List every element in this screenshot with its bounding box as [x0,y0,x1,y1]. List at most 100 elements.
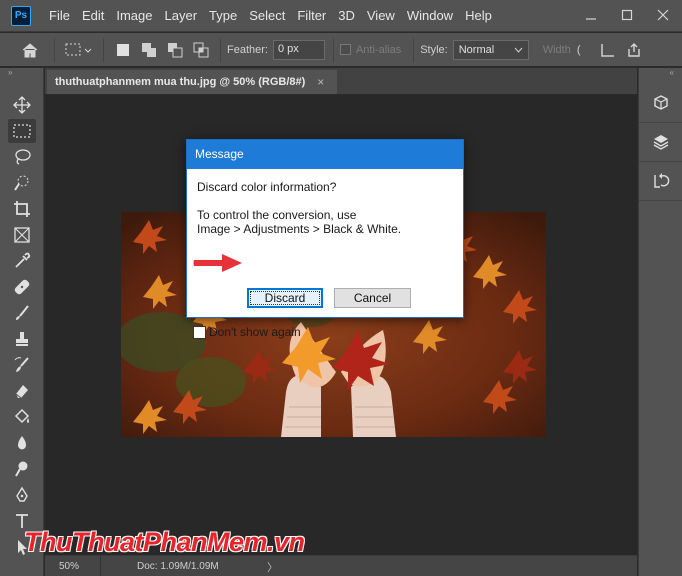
dialog-question: Discard color information? [197,180,337,194]
menu-window[interactable]: Window [401,0,459,32]
frame-icon [8,223,36,247]
blur-icon [8,431,36,455]
close-tab-icon[interactable]: × [317,75,324,89]
pen-icon [8,483,36,507]
zoom-level[interactable]: 50% [45,555,101,576]
minimize-icon[interactable] [580,4,602,26]
menu-select[interactable]: Select [243,0,291,32]
dialog-instructions-line1: To control the conversion, use [197,208,357,222]
dialog-instructions: To control the conversion, use Image > A… [197,208,401,236]
separator [220,37,221,62]
tool-eraser[interactable] [0,378,44,404]
eraser-icon [8,379,36,403]
tool-eyedropper[interactable] [0,248,44,274]
tool-marquee[interactable] [0,118,44,144]
feather-label: Feather: [227,43,268,56]
tool-history-brush[interactable] [0,352,44,378]
tool-frame[interactable] [0,222,44,248]
document-tab[interactable]: thuthuatphanmem mua thu.jpg @ 50% (RGB/8… [47,70,337,94]
tool-dodge[interactable] [0,456,44,482]
panel-group-layers [639,123,682,162]
cancel-button[interactable]: Cancel [334,288,411,308]
antialias-checkbox[interactable] [339,44,351,55]
window-controls [580,4,674,26]
dialog-title[interactable]: Message [187,140,463,169]
history-brush-icon [8,353,36,377]
share-icon[interactable] [621,39,647,61]
tool-move[interactable] [0,92,44,118]
status-menu-icon[interactable]: 〉 [267,559,278,575]
separator [54,37,55,62]
menu-help[interactable]: Help [459,0,498,32]
select-mask-icon[interactable] [595,39,621,61]
photoshop-logo: Ps [11,5,31,26]
menu-3d[interactable]: 3D [332,0,361,32]
marquee-icon [8,119,36,143]
tool-lasso[interactable] [0,144,44,170]
intersect-selection-icon[interactable] [188,39,214,61]
style-select[interactable]: Normal [452,39,529,60]
layers-icon[interactable] [646,129,676,155]
dont-show-checkbox[interactable] [193,325,206,339]
menu-layer[interactable]: Layer [159,0,204,32]
doc-size: Doc: 1.09M/1.09M [137,560,219,572]
chevron-down-icon [514,47,523,53]
home-icon[interactable] [12,39,48,61]
tool-paint-bucket[interactable] [0,404,44,430]
dont-show-label: Don't show again [209,325,301,339]
antialias-label: Anti-alias [355,43,402,56]
close-window-icon[interactable] [652,4,674,26]
brush-icon [8,301,36,325]
panel-group-3d [639,78,682,123]
subtract-selection-icon[interactable] [162,39,188,61]
menu-edit[interactable]: Edit [76,0,110,32]
right-panel-dock: « [638,68,682,576]
add-selection-icon[interactable] [136,39,162,61]
tool-pen[interactable] [0,482,44,508]
menu-bar: Ps File Edit Image Layer Type Select Fil… [0,0,682,32]
tools-panel: » [0,68,44,576]
stamp-icon [8,327,36,351]
menu-view[interactable]: View [361,0,401,32]
menu-file[interactable]: File [43,0,76,32]
paint-bucket-icon [8,405,36,429]
quick-select-icon [8,171,36,195]
dialog-instructions-line2: Image > Adjustments > Black & White. [197,222,402,236]
maximize-icon[interactable] [616,4,638,26]
crop-icon [8,197,36,221]
history-icon[interactable] [646,168,676,194]
separator [332,37,334,62]
collapse-tools-icon[interactable]: » [0,68,43,78]
panel-group-history [639,162,682,201]
width-label: Width [542,43,571,56]
move-icon [8,93,36,117]
marquee-preset-icon[interactable] [61,39,97,61]
tool-blur[interactable] [0,430,44,456]
dont-show-again[interactable]: Don't show again [193,325,301,339]
menu-type[interactable]: Type [203,0,243,32]
tool-crop[interactable] [0,196,44,222]
new-selection-icon[interactable] [110,39,136,61]
tool-stamp[interactable] [0,326,44,352]
dodge-icon [8,457,36,481]
watermark-logo: ThuThuatPhanMem.vn [24,527,306,558]
tool-brush[interactable] [0,300,44,326]
collapse-panels-icon[interactable]: « [639,68,682,78]
tool-quick-select[interactable] [0,170,44,196]
menu-image[interactable]: Image [110,0,158,32]
3d-icon[interactable] [646,90,676,116]
separator [413,37,415,62]
document-tab-title: thuthuatphanmem mua thu.jpg @ 50% (RGB/8… [55,76,306,88]
cancel-button-label: Cancel [353,291,392,305]
document-tab-bar: thuthuatphanmem mua thu.jpg @ 50% (RGB/8… [45,68,637,94]
separator [103,37,104,62]
swap-icon[interactable]: ( [577,44,581,56]
eyedropper-icon [8,249,36,273]
healing-icon [8,275,36,299]
menu-filter[interactable]: Filter [291,0,332,32]
lasso-icon [8,145,36,169]
feather-input[interactable]: 0 px [272,39,325,60]
message-dialog: Message Discard color information? To co… [186,139,464,339]
discard-button[interactable]: Discard [247,288,323,308]
tool-healing[interactable] [0,274,44,300]
